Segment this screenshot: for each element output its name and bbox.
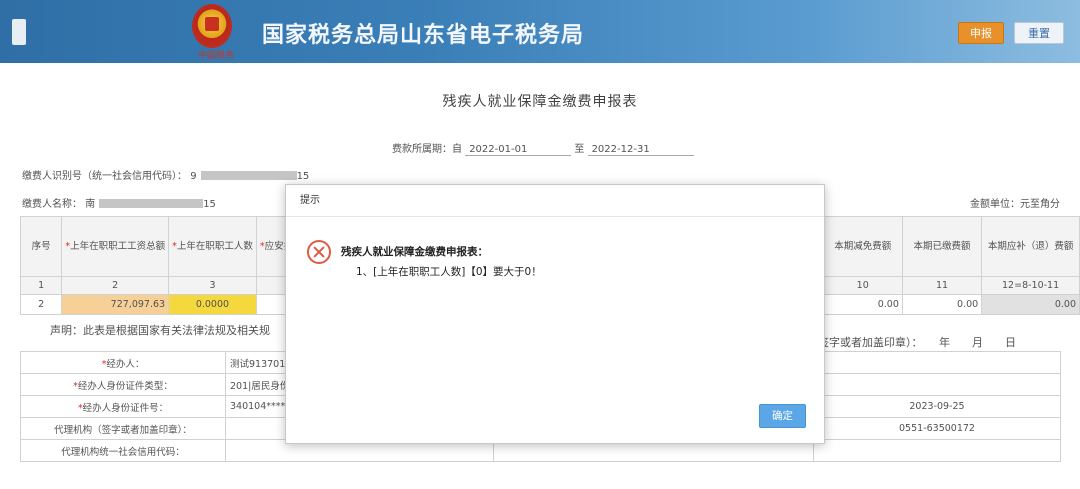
tax-seal-text: 中国税务 [198, 51, 235, 61]
reset-button[interactable]: 重置 [1014, 22, 1064, 44]
error-icon [307, 240, 331, 264]
menu-toggle-button[interactable] [12, 19, 26, 45]
submit-button[interactable]: 申报 [958, 22, 1004, 44]
dialog-title: 提示 [286, 185, 824, 217]
national-emblem-icon [192, 4, 232, 48]
alert-dialog: 提示 残疾人就业保障金缴费申报表： 1、[上年在职职工人数]【0】要大于0！ 确… [285, 184, 825, 444]
site-header: 中国税务 国家税务总局山东省电子税务局 申报 重置 [0, 0, 1080, 63]
ok-button[interactable]: 确定 [759, 404, 806, 428]
dialog-message-body: 1、[上年在职职工人数]【0】要大于0！ [356, 266, 542, 278]
dialog-message-title: 残疾人就业保障金缴费申报表： [341, 246, 488, 258]
site-title: 国家税务总局山东省电子税务局 [262, 23, 585, 48]
